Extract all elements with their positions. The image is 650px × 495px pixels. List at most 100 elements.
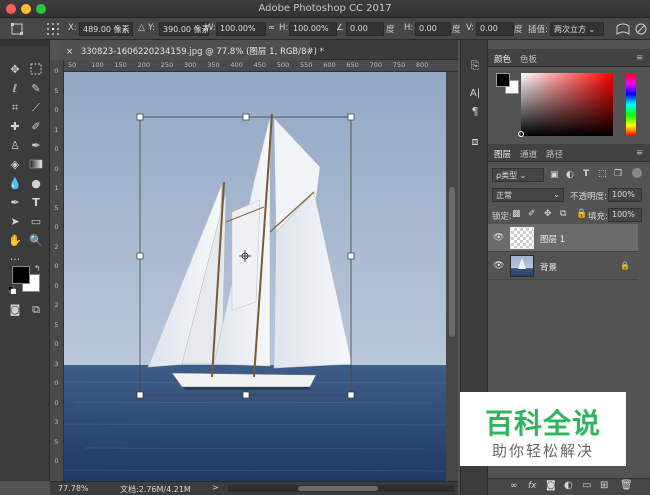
paragraph-panel-icon[interactable]: ¶ [467, 104, 483, 120]
filter-adjust-icon[interactable]: ◐ [566, 170, 574, 180]
transform-tool-icon[interactable] [10, 22, 24, 36]
layer-name[interactable]: 图层 1 [540, 233, 565, 245]
add-mask-icon[interactable]: ◙ [546, 480, 556, 491]
delta-icon[interactable]: △ [138, 23, 145, 33]
tab-paths[interactable]: 路径 [546, 148, 563, 160]
marquee-tool-icon[interactable] [28, 62, 44, 78]
transform-handle-left[interactable] [136, 252, 144, 260]
default-colors-icon[interactable] [7, 285, 17, 295]
hskew-input[interactable]: 0.00 [415, 22, 451, 36]
tab-close-icon[interactable]: × [66, 47, 73, 57]
color-picker-cursor[interactable] [518, 131, 524, 137]
color-panel-menu-icon[interactable]: ≡ [636, 53, 643, 63]
trash-icon[interactable]: 🗑 [620, 480, 633, 491]
reference-point-icon[interactable] [46, 22, 60, 36]
properties-panel-icon[interactable]: ⧈ [467, 134, 483, 150]
screen-mode-icon[interactable]: ⧉ [28, 302, 44, 318]
history-brush-icon[interactable]: ✒ [28, 138, 44, 154]
lock-position-icon[interactable]: ✥ [544, 209, 552, 219]
eraser-tool-icon[interactable]: ◈ [7, 157, 23, 173]
healing-brush-icon[interactable]: ✚ [7, 119, 23, 135]
x-input[interactable]: 489.00 像素 [79, 22, 133, 36]
filter-toggle-icon[interactable] [632, 168, 642, 178]
crop-tool-icon[interactable]: ⌗ [7, 100, 23, 116]
tab-color[interactable]: 颜色 [494, 53, 511, 65]
new-layer-icon[interactable]: ⊞ [600, 480, 608, 491]
fill-input[interactable]: 100% [608, 208, 642, 222]
horizontal-scrollbar[interactable] [228, 485, 454, 492]
horizontal-ruler[interactable]: 50 100 150 200 250 300 350 400 450 500 550 600 650 70… [64, 60, 458, 72]
opacity-input[interactable]: 100% [608, 188, 642, 202]
filter-type-icon[interactable]: T [583, 169, 589, 179]
document-tab[interactable]: × 330823-16062202​34159.jpg @ 77.8% (图层 … [60, 40, 324, 60]
lasso-tool-icon[interactable]: ℓ [7, 81, 23, 97]
status-menu-arrow[interactable]: > [212, 483, 219, 492]
zoom-level[interactable]: 77.78% [58, 484, 89, 493]
height-input[interactable]: 100.00% [289, 22, 337, 36]
blur-tool-icon[interactable]: 💧 [7, 176, 23, 192]
layer-row[interactable]: 👁 背景 🔒 [488, 252, 638, 280]
lock-all-icon[interactable]: 🔒 [576, 209, 587, 219]
dodge-tool-icon[interactable]: ● [28, 176, 44, 192]
history-panel-icon[interactable]: ⎘ [467, 58, 483, 74]
layer-name[interactable]: 背景 [540, 261, 557, 273]
quick-select-icon[interactable]: ✎ [28, 81, 44, 97]
adjustment-layer-icon[interactable]: ◐ [564, 480, 573, 491]
transform-handle-right[interactable] [347, 252, 355, 260]
vertical-scrollbar[interactable] [446, 72, 458, 481]
path-select-icon[interactable]: ➤ [7, 214, 23, 230]
transform-handle-tl[interactable] [136, 113, 144, 121]
hscroll-thumb[interactable] [298, 486, 378, 491]
layer-filter-select[interactable]: ρ类型 ⌄ [492, 168, 544, 182]
visibility-eye-icon[interactable]: 👁 [493, 261, 504, 271]
panel-foreground-swatch[interactable] [496, 73, 510, 87]
visibility-eye-icon[interactable]: 👁 [493, 233, 504, 243]
brush-tool-icon[interactable]: ✐ [28, 119, 44, 135]
toolbar-grip[interactable] [0, 40, 50, 46]
tab-channels[interactable]: 通道 [520, 148, 537, 160]
fx-icon[interactable]: fx [528, 481, 537, 491]
move-tool-icon[interactable]: ✥ [7, 62, 23, 78]
lock-transparent-icon[interactable]: ▩ [512, 209, 521, 219]
link-icon[interactable]: ∞ [268, 23, 275, 33]
layer-row[interactable]: 👁 图层 1 [488, 224, 638, 252]
angle-input[interactable]: 0.00 [346, 22, 384, 36]
y-input[interactable]: 390.00 像素 [159, 22, 209, 36]
link-layers-icon[interactable]: ∞ [510, 481, 518, 491]
new-group-icon[interactable]: ▭ [582, 480, 591, 491]
color-picker-field[interactable] [518, 73, 613, 137]
blend-mode-select[interactable]: 正常 ⌄ [492, 188, 564, 202]
transform-handle-bottom[interactable] [242, 391, 250, 399]
transform-handle-bl[interactable] [136, 391, 144, 399]
interpolation-select[interactable]: 两次立方 ⌄ [550, 22, 604, 36]
tab-layers[interactable]: 图层 [494, 148, 511, 160]
vskew-input[interactable]: 0.00 [476, 22, 514, 36]
cancel-transform-icon[interactable] [634, 22, 648, 36]
type-tool-icon[interactable]: T [28, 195, 44, 211]
filter-shape-icon[interactable]: ⬚ [598, 169, 607, 179]
swap-colors-icon[interactable]: ↰ [34, 264, 41, 273]
transform-handle-tr[interactable] [347, 113, 355, 121]
warp-icon[interactable] [616, 22, 630, 36]
zoom-tool-icon[interactable]: 🔍 [28, 233, 44, 249]
lock-pixels-icon[interactable]: ✐ [528, 209, 536, 219]
transform-handle-top[interactable] [242, 113, 250, 121]
eyedropper-icon[interactable]: ⟋ [28, 100, 44, 116]
foreground-color-swatch[interactable] [12, 266, 30, 284]
vertical-ruler[interactable]: 0 5 0 1 0 0 1 5 0 2 0 0 2 5 0 3 0 0 3 5 0 [50, 60, 64, 481]
document-canvas[interactable] [64, 72, 446, 481]
rectangle-tool-icon[interactable]: ▭ [28, 214, 44, 230]
quick-mask-icon[interactable]: ◙ [7, 302, 23, 318]
filter-smart-icon[interactable]: ❐ [614, 169, 622, 179]
transform-handle-br[interactable] [347, 391, 355, 399]
pen-tool-icon[interactable]: ✒ [7, 195, 23, 211]
filter-pixel-icon[interactable]: ▣ [550, 170, 559, 180]
hue-slider[interactable] [626, 73, 636, 136]
scrollbar-thumb[interactable] [449, 187, 455, 337]
clone-stamp-icon[interactable]: ♙ [7, 138, 23, 154]
width-input[interactable]: 100.00% [216, 22, 266, 36]
lock-artboard-icon[interactable]: ⧉ [560, 209, 566, 219]
layers-panel-menu-icon[interactable]: ≡ [636, 148, 643, 158]
gradient-tool-icon[interactable] [28, 157, 44, 173]
hand-tool-icon[interactable]: ✋ [7, 233, 23, 249]
